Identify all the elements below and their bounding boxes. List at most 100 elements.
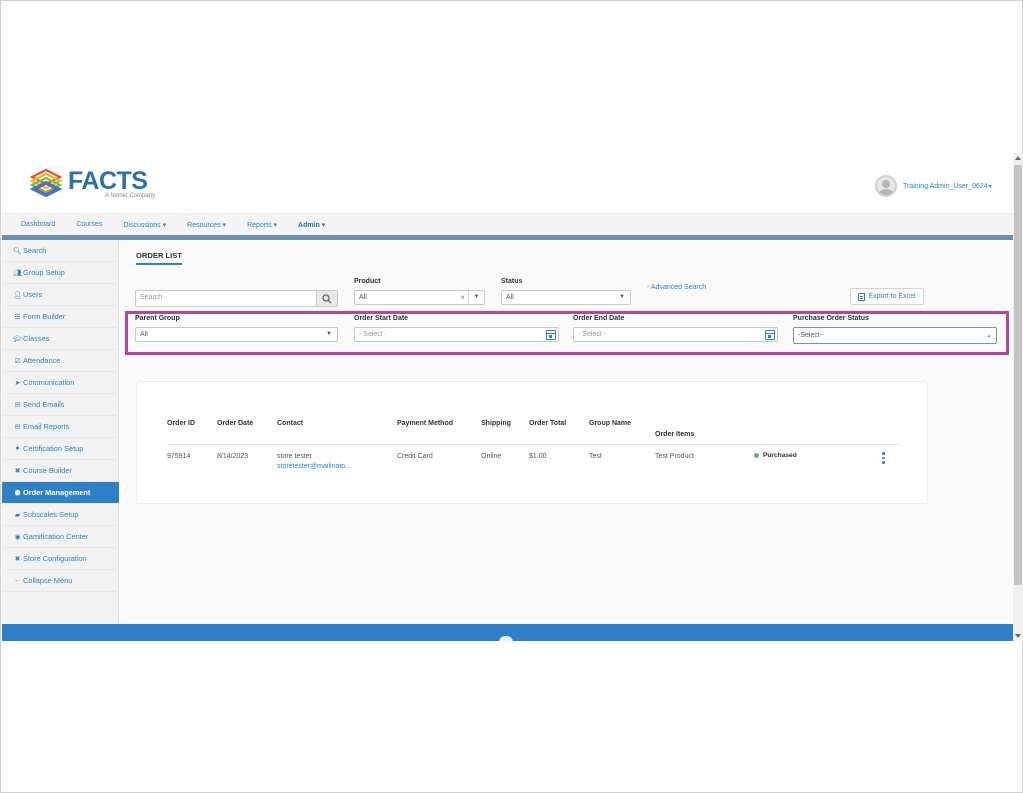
sidebar-item-label: Collapse Menu [23, 576, 73, 585]
status-dot [754, 453, 759, 458]
sidebar-item-label: Order Management [23, 488, 91, 497]
sidebar-item-subscales-setup[interactable]: ▰ Subscales Setup [2, 504, 119, 526]
search-icon [322, 294, 332, 304]
user-name[interactable]: Training Admin_User_0624 [903, 183, 988, 190]
sidebar-item-label: Form Builder [23, 312, 66, 321]
cell-order-id: 975914 [167, 453, 191, 460]
nav-item-discussions[interactable]: Discussions ▾ [123, 221, 166, 229]
search-input[interactable]: Search [135, 290, 317, 307]
status-badge: Purchased [763, 452, 797, 459]
status-label: Status [501, 278, 523, 285]
app-header: FACTS A Nelnet Company Training Admin_Us… [2, 153, 1014, 213]
scroll-down-arrow-icon[interactable] [1015, 634, 1021, 638]
cell-contact-name: store tester [277, 453, 313, 460]
purchase-order-status-label: Purchase Order Status [793, 315, 869, 322]
sidebar-item-label: Group Setup [23, 268, 65, 277]
purchase-order-status-select[interactable]: -Select- ⌄ [793, 327, 997, 344]
status-select[interactable]: All ▼ [501, 290, 631, 305]
orders-table: Order ID Order Date Contact Payment Meth… [136, 381, 928, 504]
nav-item-resources[interactable]: Resources ▾ [187, 221, 226, 229]
chevron-down-icon[interactable]: ▾ [989, 183, 992, 190]
column-header-contact[interactable]: Contact [277, 420, 303, 427]
export-to-excel-button[interactable]: Export to Excel [850, 288, 924, 305]
sidebar-item-label: Gamification Center [23, 532, 89, 541]
column-header-order-items[interactable]: Order Items [655, 431, 694, 438]
column-header-group-name[interactable]: Group Name [589, 420, 631, 427]
chevron-down-icon[interactable]: ▼ [321, 328, 337, 341]
calendar-icon[interactable] [765, 330, 775, 340]
parent-group-select[interactable]: All ▼ [135, 327, 338, 342]
column-header-shipping[interactable]: Shipping [481, 420, 511, 427]
sidebar-item-label: Course Builder [23, 466, 72, 475]
graduation-cap-icon: 🎓︎ [13, 335, 22, 343]
search-button[interactable] [316, 290, 338, 307]
cell-contact-email-link[interactable]: storetester@mailinato... [277, 463, 351, 470]
sidebar-item-collapse-menu[interactable]: ← Collapse Menu [2, 570, 119, 592]
product-select[interactable]: All × ▼ [354, 290, 485, 305]
user-icon: 👤︎ [13, 291, 22, 299]
sidebar-item-search[interactable]: 🔍︎ Search [2, 240, 119, 262]
search-placeholder: Search [140, 294, 163, 301]
nav-item-courses[interactable]: Courses [76, 221, 102, 229]
advanced-search-link[interactable]: - Advanced Search [647, 284, 706, 291]
order-start-placeholder: - Select - [359, 331, 388, 338]
sidebar-item-order-management[interactable]: ⬢ Order Management [2, 482, 119, 504]
status-value: All [506, 294, 514, 301]
po-status-value: -Select- [798, 332, 823, 339]
order-start-date-input[interactable]: - Select - [354, 327, 559, 342]
sidebar-item-send-emails[interactable]: ✉ Send Emails [2, 394, 119, 416]
sidebar-item-email-reports[interactable]: ✉ Email Reports [2, 416, 119, 438]
calendar-icon[interactable] [546, 330, 556, 340]
tools-icon: ✖ [14, 555, 21, 563]
sidebar-item-certification-setup[interactable]: ● Certification Setup [2, 438, 119, 460]
sidebar-item-communication[interactable]: ➤ Communication [2, 372, 119, 394]
envelope-icon: ✉ [14, 401, 21, 409]
clear-icon[interactable]: × [460, 293, 465, 302]
tab-order-list[interactable]: ORDER LIST [136, 251, 182, 265]
sidebar-item-label: Search [23, 246, 47, 255]
facts-logo-icon [29, 168, 63, 198]
parent-group-label: Parent Group [135, 315, 180, 322]
avatar[interactable] [875, 175, 897, 197]
scrollbar-thumb[interactable] [1014, 165, 1022, 585]
nav-item-admin[interactable]: Admin ▾ [298, 221, 325, 229]
footer-logo-icon [499, 636, 513, 641]
column-header-order-id[interactable]: Order ID [167, 420, 195, 427]
nav-item-dashboard[interactable]: Dashboard [21, 221, 55, 229]
screen-frame: FACTS A Nelnet Company Training Admin_Us… [0, 0, 1023, 793]
chevron-down-icon[interactable]: ⌄ [986, 331, 992, 339]
page-footer [2, 624, 1014, 641]
facts-logo[interactable]: FACTS A Nelnet Company [28, 166, 155, 202]
column-header-order-date[interactable]: Order Date [217, 420, 253, 427]
vertical-scrollbar[interactable] [1013, 153, 1023, 641]
order-end-date-label: Order End Date [573, 315, 625, 322]
user-menu[interactable]: Training Admin_User_0624 ▾ [875, 173, 992, 199]
excel-file-icon [858, 292, 866, 301]
column-header-order-total[interactable]: Order Total [529, 420, 566, 427]
sidebar-item-label: Classes [23, 334, 50, 343]
sidebar-item-users[interactable]: 👤︎ Users [2, 284, 119, 306]
order-end-date-input[interactable]: - Select - [573, 327, 778, 342]
sidebar-item-gamification-center[interactable]: ◉ Gamification Center [2, 526, 119, 548]
sidebar-item-attendance[interactable]: ☑ Attendance [2, 350, 119, 372]
sidebar-item-label: Users [23, 290, 43, 299]
column-header-payment-method[interactable]: Payment Method [397, 420, 453, 427]
parent-group-value: All [140, 331, 148, 338]
sidebar-item-label: Attendance [23, 356, 61, 365]
sidebar-item-classes[interactable]: 🎓︎ Classes [2, 328, 119, 350]
chevron-down-icon[interactable]: ▼ [614, 291, 630, 304]
sidebar: 🔍︎ Search 👥︎ Group Setup 👤︎ Users ☰ Form Bui… [2, 240, 119, 624]
chevron-down-icon[interactable]: ▼ [468, 291, 484, 304]
row-actions-kebab-icon[interactable] [882, 452, 885, 465]
certificate-icon: ● [15, 445, 20, 452]
sidebar-item-form-builder[interactable]: ☰ Form Builder [2, 306, 119, 328]
sidebar-item-store-configuration[interactable]: ✖ Store Configuration [2, 548, 119, 570]
sidebar-item-group-setup[interactable]: 👥︎ Group Setup [2, 262, 119, 284]
list-icon: ☰ [14, 313, 21, 321]
send-icon: ➤ [14, 379, 21, 387]
cell-payment-method: Credit Card [397, 453, 433, 460]
scroll-up-arrow-icon[interactable] [1015, 156, 1021, 160]
nav-item-reports[interactable]: Reports ▾ [247, 221, 277, 229]
browser-viewport: FACTS A Nelnet Company Training Admin_Us… [2, 153, 1014, 641]
sidebar-item-course-builder[interactable]: ✖ Course Builder [2, 460, 119, 482]
